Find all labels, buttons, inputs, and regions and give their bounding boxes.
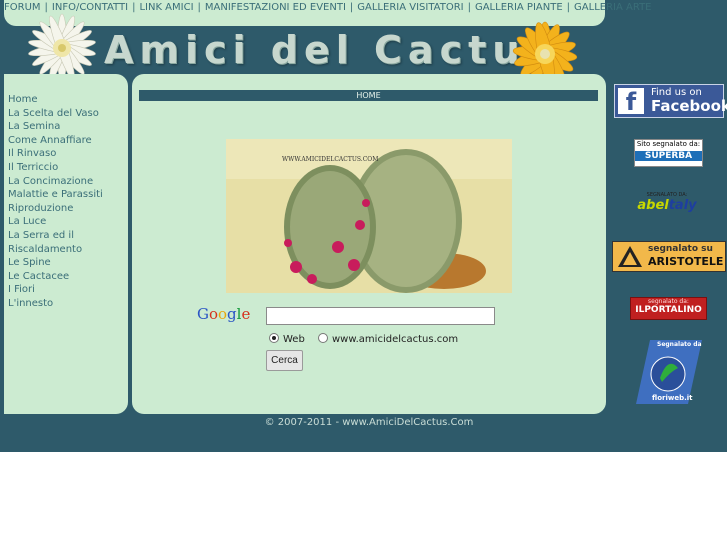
sidebar-item-malattie-e-parassiti[interactable]: Malattie e Parassiti: [8, 188, 103, 202]
aristotele-line1: segnalato su: [648, 244, 713, 254]
cactus-photo: WWW.AMICIDELCACTUS.COM: [226, 139, 512, 293]
sidebar-item-il-rinvaso[interactable]: Il Rinvaso: [8, 147, 103, 161]
photo-caption: WWW.AMICIDELCACTUS.COM: [282, 156, 378, 163]
web-radio-label: Web: [283, 334, 305, 345]
main-panel: HOME WWW.AMICIDELCACTUS.COM Google Web w…: [132, 74, 606, 414]
aristotele-badge[interactable]: segnalato su ARISTOTELE: [612, 241, 726, 272]
nav-link-manifestazioni-ed-eventi[interactable]: MANIFESTAZIONI ED EVENTI: [205, 2, 346, 13]
sidebar-item-come-annaffiare[interactable]: Come Annaffiare: [8, 134, 103, 148]
site-title: Amici del Cactus: [104, 28, 554, 72]
web-radio[interactable]: [269, 333, 279, 343]
footer-copyright: © 2007-2011 - www.AmiciDelCactus.Com: [264, 417, 474, 428]
nav-separator: |: [132, 2, 136, 13]
floriweb-line2: floriweb.it: [652, 394, 693, 402]
sidebar-item-la-concimazione[interactable]: La Concimazione: [8, 175, 103, 189]
abeltaly-line2b: taly: [668, 198, 697, 213]
site-radio-label: www.amicidelcactus.com: [332, 334, 459, 345]
floriweb-badge[interactable]: Segnalato da floriweb.it: [632, 338, 704, 406]
breadcrumb: HOME: [139, 90, 598, 101]
search-button[interactable]: Cerca: [266, 350, 303, 371]
sidebar-item-riproduzione[interactable]: Riproduzione: [8, 202, 103, 216]
superba-line1: Sito segnalato da:: [636, 140, 701, 148]
portalino-badge[interactable]: segnalato da: ILPORTALINO: [630, 297, 707, 320]
nav-separator: |: [349, 2, 354, 13]
sidebar-list: Home La Scelta del Vaso La Semina Come Anna…: [8, 93, 103, 311]
sidebar-item-la-serra-ed-il[interactable]: La Serra ed il: [8, 229, 103, 243]
facebook-icon: f: [618, 88, 644, 116]
nav-link-galleria-arte[interactable]: GALLERIA ARTE: [574, 2, 651, 13]
search-scope-options: Web www.amicidelcactus.com: [269, 333, 458, 345]
aristotele-icon: [618, 246, 642, 267]
facebook-badge[interactable]: f Find us on Facebook: [614, 84, 727, 118]
site-radio[interactable]: [318, 333, 328, 343]
sidebar-item-riscaldamento[interactable]: Riscaldamento: [8, 243, 103, 257]
superba-line2: SUPERBA: [635, 151, 702, 161]
abeltaly-line2a: abel: [637, 198, 669, 213]
nav-link-link-amici[interactable]: LINK AMICI: [139, 2, 193, 13]
sidebar-item-la-scelta-del-vaso[interactable]: La Scelta del Vaso: [8, 107, 103, 121]
google-logo: Google: [197, 305, 251, 323]
superba-badge[interactable]: Sito segnalato da: SUPERBA: [634, 139, 703, 167]
sidebar-item-home[interactable]: Home: [8, 93, 103, 107]
sidebar-item-la-luce[interactable]: La Luce: [8, 215, 103, 229]
sidebar-item-la-semina[interactable]: La Semina: [8, 120, 103, 134]
portalino-line1: segnalato da:: [648, 298, 689, 305]
nav-separator: |: [566, 2, 571, 13]
sidebar-item-le-spine[interactable]: Le Spine: [8, 256, 103, 270]
sidebar-item-il-terriccio[interactable]: Il Terriccio: [8, 161, 103, 175]
abeltaly-badge[interactable]: SEGNALATO DA: abeltaly: [636, 192, 698, 216]
portalino-line2: ILPORTALINO: [635, 305, 702, 315]
sidebar-item-le-cactacee[interactable]: Le Cactacee: [8, 270, 103, 284]
facebook-line2: Facebook: [651, 97, 727, 115]
sidebar-item-l-innesto[interactable]: L'innesto: [8, 297, 103, 311]
sidebar-item-i-fiori[interactable]: I Fiori: [8, 283, 103, 297]
nav-link-galleria-visitatori[interactable]: GALLERIA VISITATORI: [357, 2, 463, 13]
nav-link-galleria-piante[interactable]: GALLERIA PIANTE: [475, 2, 563, 13]
nav-separator: |: [467, 2, 471, 13]
nav-separator: |: [197, 2, 201, 13]
search-input[interactable]: [266, 307, 495, 325]
aristotele-line2: ARISTOTELE: [648, 255, 724, 268]
floriweb-line1: Segnalato da: [657, 341, 702, 348]
sidebar-menu: Home La Scelta del Vaso La Semina Come Anna…: [4, 74, 128, 414]
